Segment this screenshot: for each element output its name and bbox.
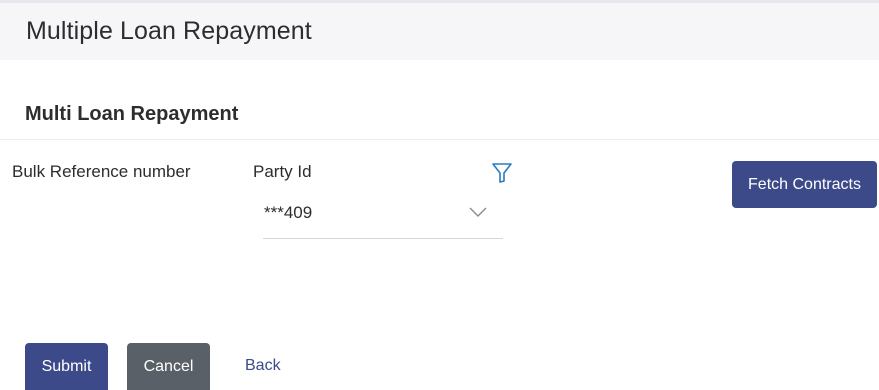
section-title: Multi Loan Repayment <box>25 103 239 125</box>
cancel-button[interactable]: Cancel <box>127 343 210 390</box>
page-title: Multiple Loan Repayment <box>26 17 312 45</box>
submit-button[interactable]: Submit <box>25 343 108 390</box>
back-link[interactable]: Back <box>245 357 281 375</box>
section-divider <box>0 139 879 140</box>
filter-icon[interactable] <box>491 162 513 184</box>
party-id-select[interactable]: ***409 <box>263 197 503 239</box>
chevron-down-icon <box>468 205 488 219</box>
page: Multiple Loan Repayment Multi Loan Repay… <box>0 0 879 390</box>
bulk-reference-label: Bulk Reference number <box>12 162 191 181</box>
party-id-label: Party Id <box>253 162 312 181</box>
party-id-value: ***409 <box>264 203 313 222</box>
page-header: Multiple Loan Repayment <box>0 0 879 60</box>
filter-icon-graphic <box>492 163 512 183</box>
fetch-contracts-button[interactable]: Fetch Contracts <box>732 161 877 208</box>
